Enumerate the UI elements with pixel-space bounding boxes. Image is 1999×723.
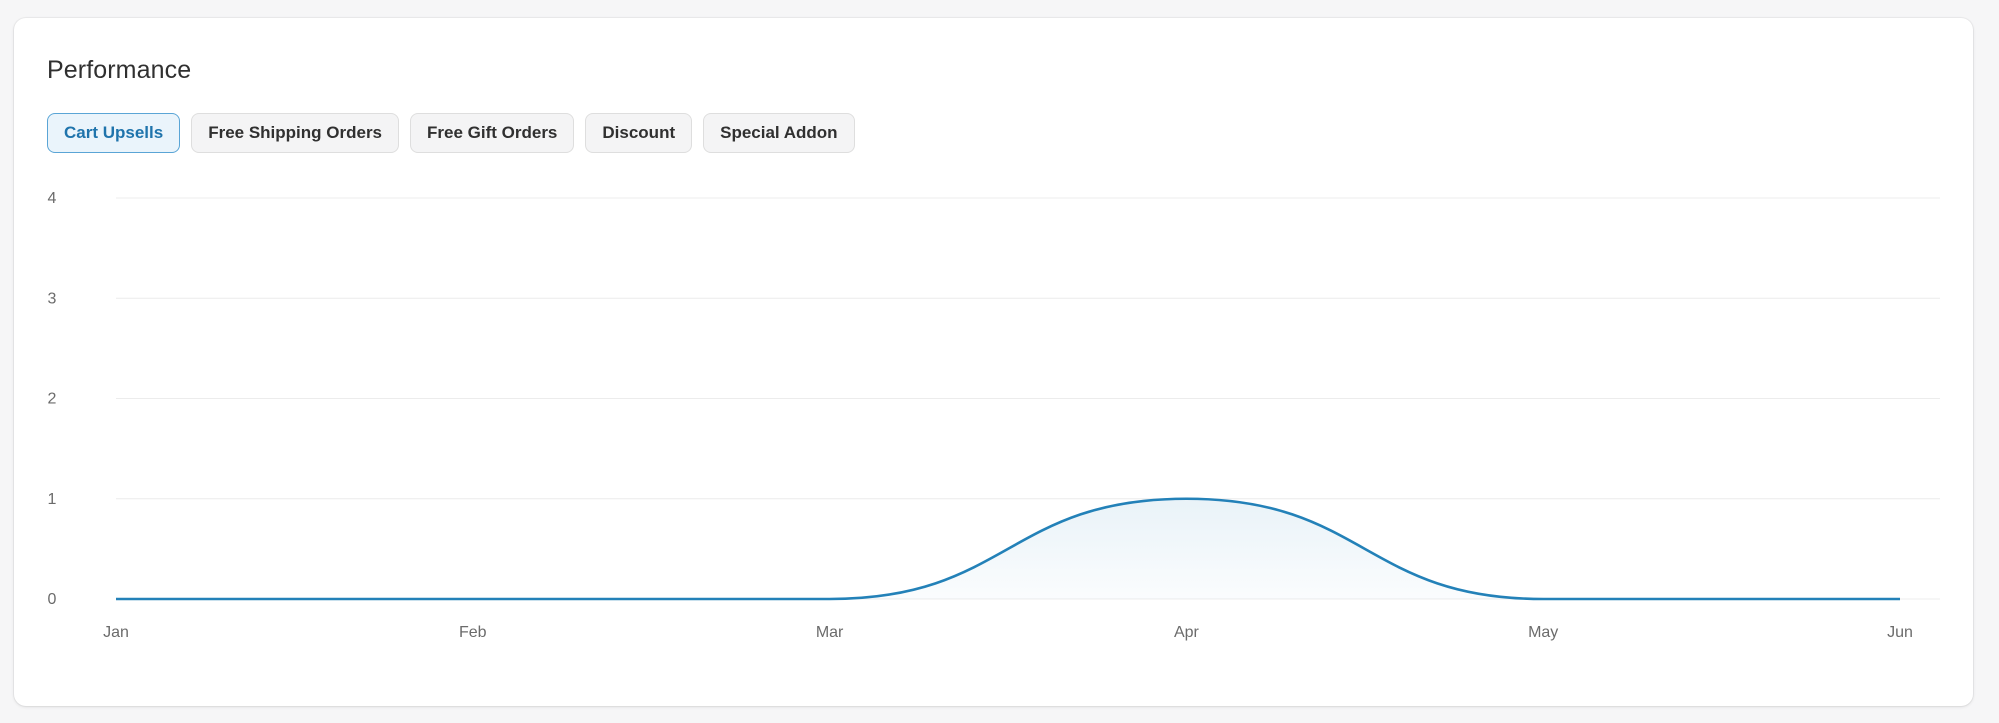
y-tick-label: 1 xyxy=(48,491,57,508)
data-point xyxy=(113,596,119,602)
data-point xyxy=(1183,496,1189,502)
y-axis-ticks: 0 1 2 3 4 xyxy=(48,190,57,608)
x-tick-label: Apr xyxy=(1174,624,1200,641)
data-point xyxy=(1540,596,1546,602)
x-tick-label: Jan xyxy=(103,624,129,641)
data-point xyxy=(827,596,833,602)
y-tick-label: 3 xyxy=(48,290,57,307)
x-tick-label: Jun xyxy=(1887,624,1913,641)
y-tick-label: 4 xyxy=(48,190,57,207)
x-tick-label: May xyxy=(1528,624,1558,641)
y-tick-label: 2 xyxy=(48,391,57,408)
data-point xyxy=(1897,596,1903,602)
x-tick-label: Feb xyxy=(459,624,487,641)
x-tick-label: Mar xyxy=(816,624,844,641)
performance-chart: 0 1 2 3 4 Jan Feb Mar Apr May Jun xyxy=(48,190,1940,641)
data-point xyxy=(470,596,476,602)
y-tick-label: 0 xyxy=(48,591,57,608)
x-axis-ticks: Jan Feb Mar Apr May Jun xyxy=(103,624,1913,641)
